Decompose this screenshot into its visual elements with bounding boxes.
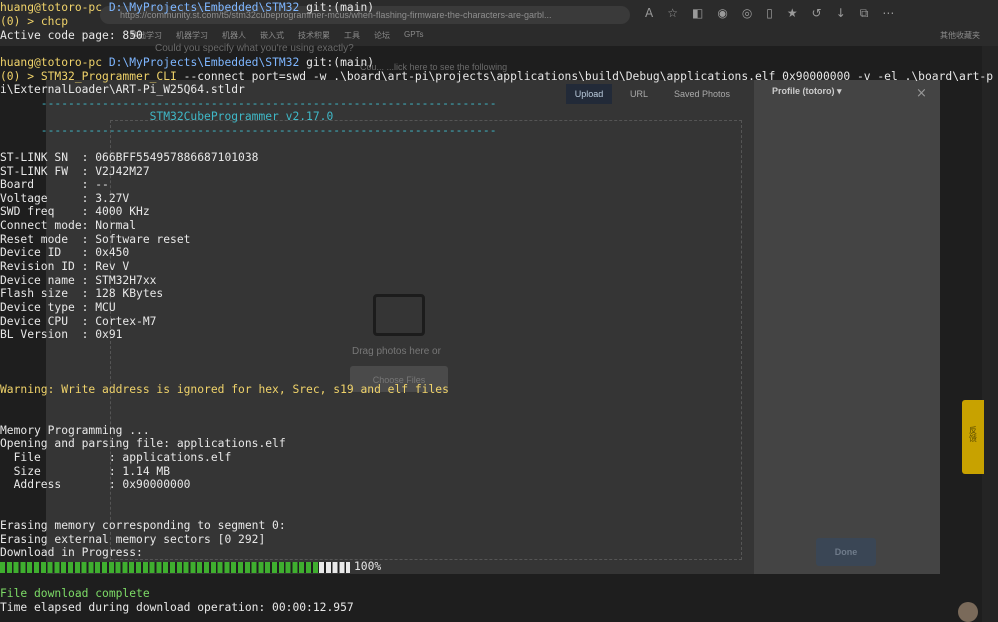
command-args: --connect port=swd -w .\board\art-pi\pro… <box>176 70 993 83</box>
download-progress-bar <box>0 562 350 573</box>
prompt-user: huang@totoro-pc <box>0 1 103 14</box>
separator-line: ----------------------------------------… <box>0 97 497 110</box>
info-line: SWD freq : 4000 KHz <box>0 205 150 218</box>
programming-line: Size : 1.14 MB <box>0 465 171 478</box>
prompt-branch: git:(main) <box>306 56 375 69</box>
prompt-line: huang@totoro-pc D:\MyProjects\Embedded\S… <box>0 56 374 70</box>
erase-line: Download in Progress: <box>0 546 143 559</box>
warning-line: Warning: Write address is ignored for he… <box>0 383 449 396</box>
command-name: STM32_Programmer_CLI <box>40 70 177 83</box>
info-line: ST-LINK SN : 066BFF554957886687101038 <box>0 151 259 164</box>
programming-line: File : applications.elf <box>0 451 232 464</box>
info-line: Flash size : 128 KBytes <box>0 287 164 300</box>
command-line: (0) > STM32_Programmer_CLI --connect por… <box>0 70 993 84</box>
complete-line: File download complete <box>0 587 150 600</box>
output-line: Active code page: 850 <box>0 29 143 42</box>
command-line: (0) > chcp <box>0 15 68 29</box>
progress-percent: 100% <box>354 560 382 573</box>
info-line: Device CPU : Cortex-M7 <box>0 315 157 328</box>
erase-line: Erasing memory corresponding to segment … <box>0 519 286 532</box>
programming-line: Address : 0x90000000 <box>0 478 191 491</box>
programming-line: Memory Programming ... <box>0 424 150 437</box>
separator-line: ----------------------------------------… <box>0 124 497 137</box>
prompt-arrow: (0) > <box>0 15 41 28</box>
command-text: chcp <box>40 15 69 28</box>
info-line: Revision ID : Rev V <box>0 260 130 273</box>
prompt-arrow: (0) > <box>0 70 41 83</box>
progress-fill <box>0 562 319 573</box>
info-line: Board : -- <box>0 178 109 191</box>
programming-line: Opening and parsing file: applications.e… <box>0 437 286 450</box>
info-line: Reset mode : Software reset <box>0 233 191 246</box>
prompt-line: huang@totoro-pc D:\MyProjects\Embedded\S… <box>0 1 374 15</box>
prompt-path: D:\MyProjects\Embedded\STM32 <box>108 56 300 69</box>
terminal-window[interactable]: huang@totoro-pc D:\MyProjects\Embedded\S… <box>0 0 998 622</box>
elapsed-line: Time elapsed during download operation: … <box>0 601 354 614</box>
erase-line: Erasing external memory sectors [0 292] <box>0 533 266 546</box>
info-line: ST-LINK FW : V2J42M27 <box>0 165 150 178</box>
info-line: Device ID : 0x450 <box>0 246 130 259</box>
banner-title: STM32CubeProgrammer v2.17.0 <box>0 110 334 123</box>
info-line: Connect mode: Normal <box>0 219 137 232</box>
prompt-path: D:\MyProjects\Embedded\STM32 <box>108 1 300 14</box>
info-line: BL Version : 0x91 <box>0 328 123 341</box>
info-line: Device type : MCU <box>0 301 116 314</box>
info-line: Device name : STM32H7xx <box>0 274 157 287</box>
info-line: Voltage : 3.27V <box>0 192 130 205</box>
progress-tail <box>319 562 350 573</box>
prompt-branch: git:(main) <box>306 1 375 14</box>
prompt-user: huang@totoro-pc <box>0 56 103 69</box>
command-wrap: i\ExternalLoader\ART-Pi_W25Q64.stldr <box>0 83 245 96</box>
